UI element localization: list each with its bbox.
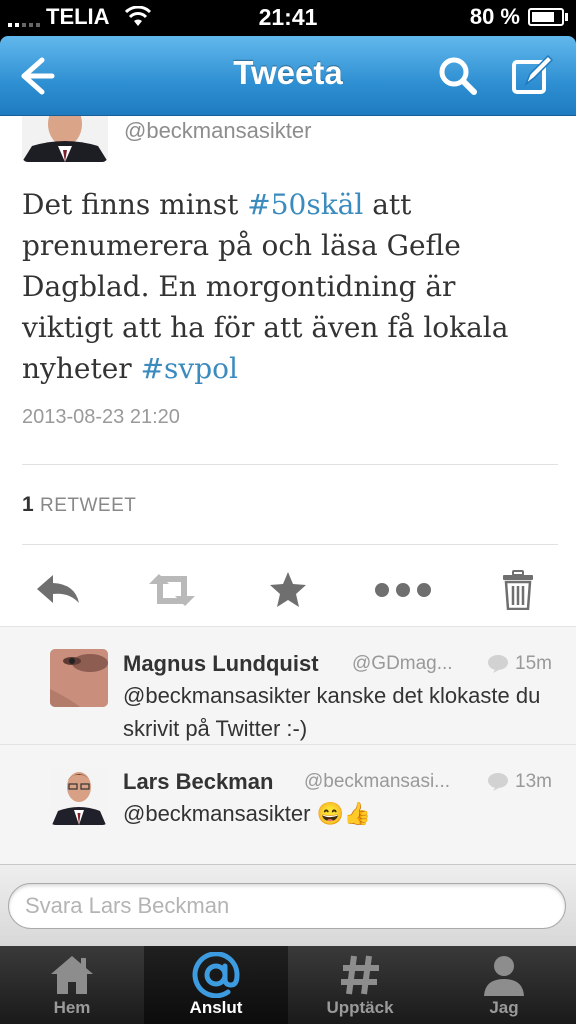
tweet-timestamp: 2013-08-23 21:20 (22, 406, 180, 428)
hashtag-link[interactable]: #50skäl (247, 188, 363, 221)
reply-text: @beckmansasikter kanske det klokaste du … (123, 683, 541, 741)
search-button[interactable] (434, 52, 482, 100)
reply-bar (0, 864, 576, 946)
compose-icon (512, 54, 554, 94)
reply-text: @beckmansasikter 😄👍 (123, 801, 372, 826)
tab-label: Hem (53, 998, 91, 1017)
reply-item[interactable]: Magnus Lundquist @GDmag... 15m @beckmans… (0, 627, 576, 745)
speech-bubble-icon (488, 655, 509, 673)
avatar[interactable] (50, 649, 108, 707)
delete-icon (503, 570, 533, 610)
reply-time: 15m (487, 653, 552, 675)
replies-list: Magnus Lundquist @GDmag... 15m @beckmans… (0, 626, 576, 864)
tweet-actions (0, 556, 576, 626)
tab-label: Jag (489, 998, 519, 1017)
reply-author-name: Lars Beckman (123, 769, 274, 794)
tab-home[interactable]: Hem (0, 946, 144, 1024)
retweet-icon (149, 574, 195, 606)
tab-discover[interactable]: Upptäck (288, 946, 432, 1024)
battery-icon (528, 8, 564, 26)
speech-bubble-icon (488, 773, 509, 791)
reply-author-handle: @beckmansasi... (304, 771, 451, 792)
reply-icon (37, 575, 79, 603)
battery-percent: 80 % (469, 4, 520, 29)
delete-button[interactable] (494, 564, 542, 616)
page-title: Tweeta (233, 54, 343, 91)
tab-me[interactable]: Jag (432, 946, 576, 1024)
tab-label: Upptäck (326, 998, 394, 1017)
author-avatar[interactable] (22, 116, 108, 162)
person-icon (484, 956, 524, 996)
navigation-bar: Tweeta (0, 36, 576, 116)
hashtag-icon (341, 955, 379, 995)
battery-status: 80 % (470, 4, 568, 30)
tab-label: Anslut (189, 998, 243, 1017)
avatar[interactable] (50, 767, 108, 825)
divider (22, 544, 558, 545)
tab-connect[interactable]: Anslut (144, 946, 288, 1024)
tab-bar: Hem Anslut Upptäck Jag (0, 946, 576, 1024)
favorite-icon (270, 572, 306, 607)
reply-author-handle: @GDmag... (352, 653, 453, 674)
reply-author-name: Magnus Lundquist (123, 651, 319, 676)
divider (22, 464, 558, 465)
author-handle[interactable]: @beckmansasikter (124, 118, 311, 144)
more-button[interactable] (370, 564, 436, 616)
hashtag-link[interactable]: #svpol (141, 352, 238, 385)
retweet-count[interactable]: 1 RETWEET (22, 493, 136, 517)
tweet-text: Det finns minst #50skäl att prenumerera … (22, 188, 509, 385)
search-icon (439, 57, 477, 95)
reply-item[interactable]: Lars Beckman @beckmansasi... 13m @beckma… (0, 745, 576, 864)
reply-time: 13m (487, 771, 552, 793)
retweet-button[interactable] (142, 564, 202, 616)
home-icon (51, 956, 93, 994)
at-icon (192, 952, 240, 998)
tweet-detail: @beckmansasikter Det finns minst #50skäl… (0, 116, 576, 864)
reply-input[interactable] (8, 883, 566, 929)
favorite-button[interactable] (262, 564, 314, 616)
reply-button[interactable] (30, 564, 86, 616)
status-bar: TELIA 21:41 80 % (0, 0, 576, 36)
more-icon (375, 583, 431, 597)
compose-button[interactable] (508, 52, 556, 100)
